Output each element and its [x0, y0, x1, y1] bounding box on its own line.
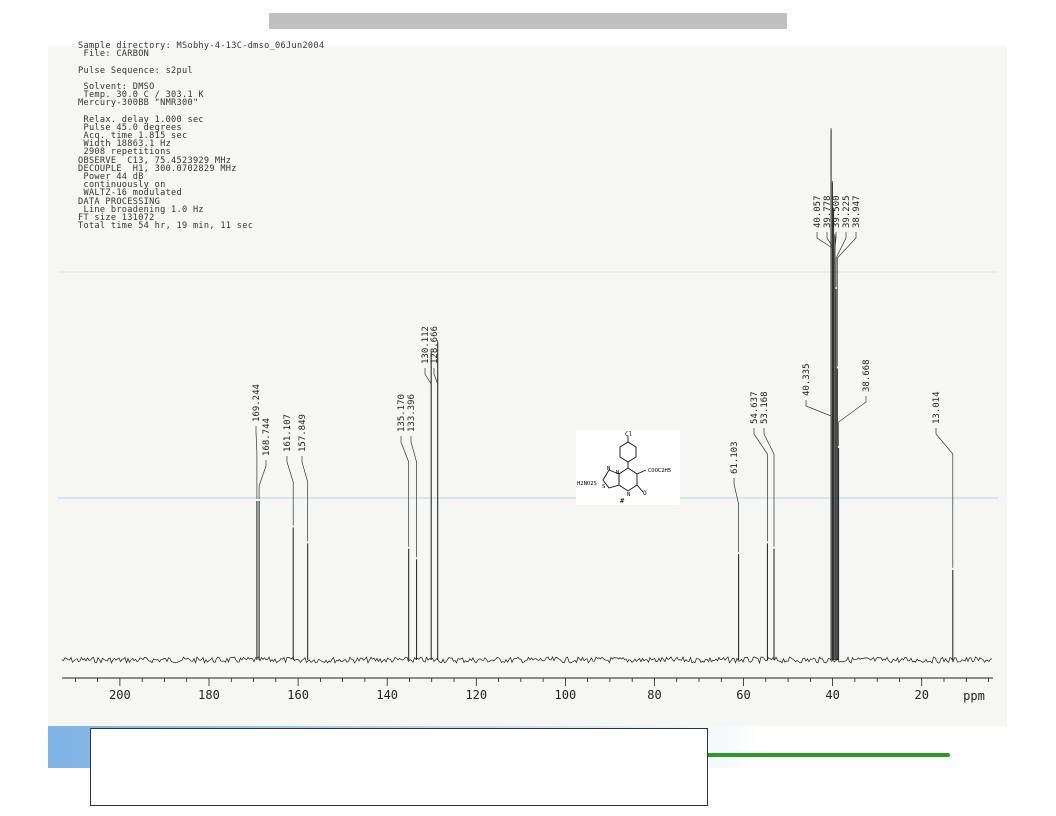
structure-ring-n3: N: [627, 492, 630, 498]
peak-leader: [838, 396, 867, 446]
structure-ring-s: S: [602, 484, 605, 490]
peak-leader: [301, 456, 309, 542]
peak-label: 169.244: [252, 384, 262, 422]
x-tick-label: 200: [109, 688, 131, 702]
peak-label: 157.849: [298, 414, 308, 452]
peak-leader: [733, 478, 739, 552]
peak-label: 168.744: [262, 418, 272, 456]
peak-label: 40.057: [813, 195, 823, 228]
structure-mark: #: [620, 497, 625, 505]
structure-left-group: H2NO2S: [577, 481, 597, 487]
x-tick-label: 100: [555, 688, 577, 702]
structure-ring-n2: N: [616, 470, 619, 476]
peak-label: 39.500: [832, 195, 842, 228]
footer-green-line: [700, 753, 950, 757]
nmr-spectrum-chart: 169.244168.744 161.107 157.849 135.170 133.3…: [58, 128, 998, 703]
peak-leader: [400, 436, 410, 547]
peak-label: 133.396: [407, 394, 417, 432]
x-tick-label: 80: [647, 688, 661, 702]
peak-leader: [834, 232, 837, 249]
peak-label: 38.668: [862, 359, 872, 392]
caption-box: [90, 728, 708, 806]
x-tick-label: 60: [736, 688, 750, 702]
peak-label: 135.170: [397, 394, 407, 432]
spectrum-baseline: [61, 656, 993, 665]
x-tick-label: 140: [376, 688, 398, 702]
peak-label: 128.666: [430, 326, 440, 364]
peak-label: 39.225: [842, 195, 852, 228]
peak-leader: [763, 428, 775, 547]
structure-cl: Cl: [625, 431, 633, 438]
structure-right-group: COOC2H5: [648, 468, 671, 474]
peak-leader: [258, 460, 267, 499]
peak-label: 161.107: [283, 414, 293, 452]
peak-leader: [255, 426, 258, 499]
peak-leader: [836, 232, 857, 367]
structure-ring-n1: N: [607, 466, 610, 472]
peak-leader: [286, 456, 294, 526]
peak-label: 38.947: [852, 195, 862, 228]
chemical-structure: Cl H2NO2S COOC2H5 O N N N S #: [576, 430, 680, 505]
x-tick-label: 160: [287, 688, 309, 702]
peak-label: 13.014: [932, 391, 942, 424]
peak-leader: [410, 436, 417, 558]
peak-label: 53.168: [760, 391, 770, 424]
x-tick-label: 180: [198, 688, 220, 702]
peak-leader: [753, 428, 768, 542]
x-axis-label: ppm: [963, 689, 985, 703]
peak-label: 61.103: [730, 441, 740, 474]
peak-label: 54.637: [750, 391, 760, 424]
x-tick-label: 120: [465, 688, 487, 702]
x-tick-label: 20: [914, 688, 928, 702]
peak-label: 40.335: [802, 363, 812, 396]
structure-oxo: O: [643, 490, 647, 497]
x-tick-label: 40: [825, 688, 839, 702]
